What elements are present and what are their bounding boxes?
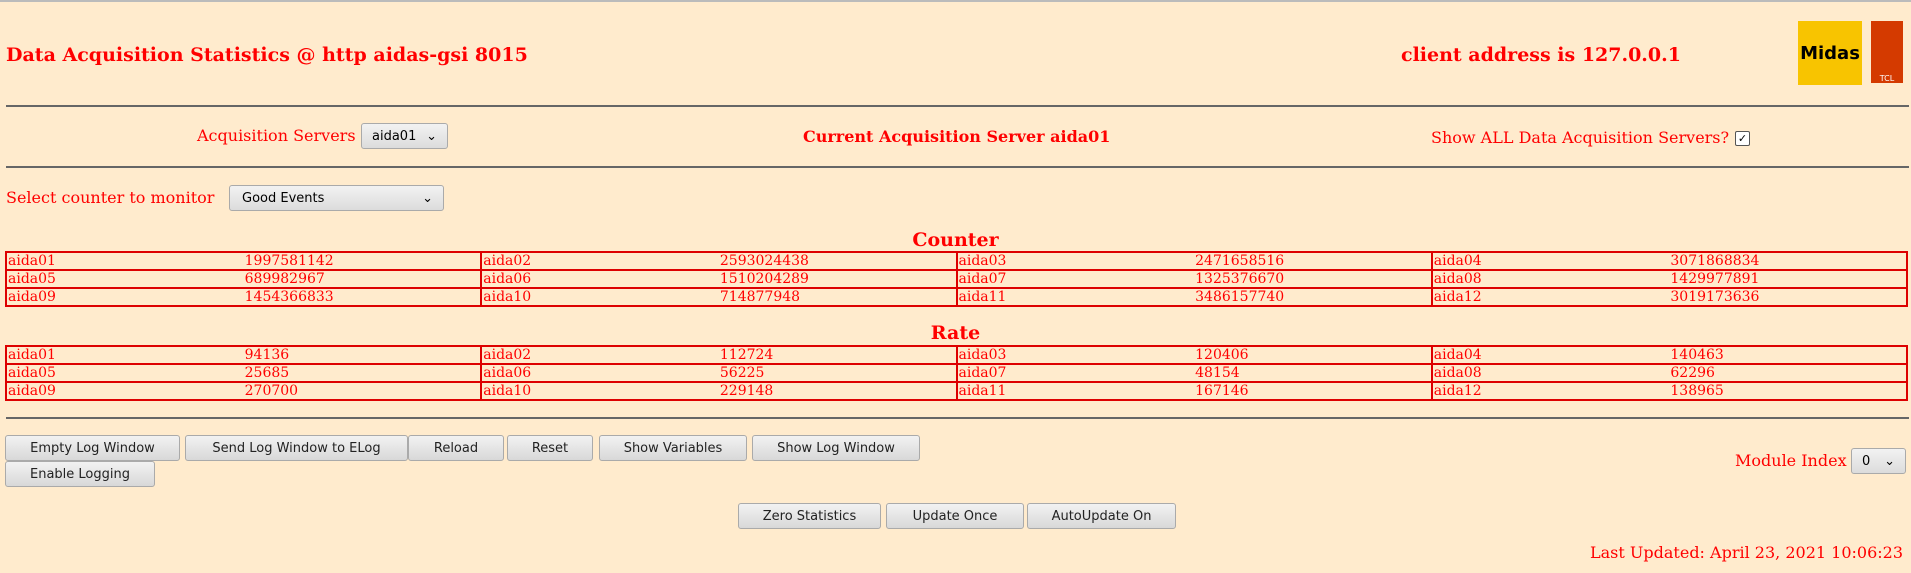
divider (6, 417, 1909, 419)
show-all-checkbox[interactable]: ✓ (1735, 131, 1750, 146)
show-log-button[interactable]: Show Log Window (752, 435, 920, 461)
counter-value: 229148 (718, 381, 957, 401)
counter-value: 112724 (718, 345, 957, 365)
counter-value: 120406 (1194, 345, 1432, 365)
server-name: aida09 (5, 287, 244, 307)
divider (6, 105, 1909, 107)
table-row: aida09 270700 aida10 229148 aida11 167146 aida… (5, 381, 1907, 401)
reload-button[interactable]: Reload (408, 435, 504, 461)
server-name: aida01 (5, 251, 244, 271)
tcl-powered-logo: TCL (1871, 21, 1903, 83)
server-name: aida06 (480, 269, 719, 289)
divider (6, 166, 1909, 168)
counter-value: 62296 (1669, 363, 1907, 383)
page-title: Data Acquisition Statistics @ http aidas… (6, 44, 528, 66)
server-name: aida11 (955, 381, 1195, 401)
counter-value: 1429977891 (1669, 269, 1907, 289)
counter-value: 714877948 (718, 287, 957, 307)
counter-value: 56225 (718, 363, 957, 383)
server-name: aida12 (1430, 381, 1670, 401)
rate-table: aida01 94136 aida02 112724 aida03 120406 aida0… (5, 345, 1908, 401)
selected-module: 0 (1862, 453, 1871, 469)
acquisition-server-select[interactable]: aida01 ⌄ (361, 123, 448, 149)
module-index-select[interactable]: 0 ⌄ (1851, 448, 1906, 474)
counter-value: 2593024438 (718, 251, 957, 271)
table-row: aida01 1997581142 aida02 2593024438 aida03 24… (5, 251, 1907, 271)
server-name: aida06 (480, 363, 719, 383)
server-name: aida03 (955, 345, 1195, 365)
table-row: aida05 25685 aida06 56225 aida07 48154 aida08 6… (5, 363, 1907, 383)
server-name: aida02 (480, 345, 719, 365)
send-log-elog-button[interactable]: Send Log Window to ELog (185, 435, 408, 461)
counter-value: 1997581142 (243, 251, 482, 271)
counter-select-label: Select counter to monitor (6, 188, 215, 207)
server-name: aida12 (1430, 287, 1670, 307)
counter-value: 3019173636 (1669, 287, 1907, 307)
counter-value: 1325376670 (1194, 269, 1432, 289)
counter-value: 167146 (1194, 381, 1432, 401)
server-name: aida10 (480, 381, 719, 401)
chevron-down-icon: ⌄ (422, 190, 433, 206)
table-row: aida01 94136 aida02 112724 aida03 120406 aida0… (5, 345, 1907, 365)
counter-value: 1510204289 (718, 269, 957, 289)
table-row: aida09 1454366833 aida10 714877948 aida11 348… (5, 287, 1907, 307)
counter-value: 48154 (1194, 363, 1432, 383)
counter-value: 270700 (243, 381, 482, 401)
show-variables-button[interactable]: Show Variables (599, 435, 747, 461)
update-once-button[interactable]: Update Once (886, 503, 1024, 529)
counter-value: 140463 (1669, 345, 1907, 365)
counter-value: 3486157740 (1194, 287, 1432, 307)
server-name: aida04 (1430, 345, 1670, 365)
autoupdate-button[interactable]: AutoUpdate On (1027, 503, 1176, 529)
chevron-down-icon: ⌄ (426, 128, 437, 144)
server-name: aida01 (5, 345, 244, 365)
server-name: aida07 (955, 363, 1195, 383)
chevron-down-icon: ⌄ (1884, 453, 1895, 469)
server-name: aida09 (5, 381, 244, 401)
counter-value: 689982967 (243, 269, 482, 289)
module-index-label: Module Index (1735, 451, 1847, 470)
show-all-label: Show ALL Data Acquisition Servers? (1431, 128, 1730, 147)
counter-value: 25685 (243, 363, 482, 383)
server-name: aida11 (955, 287, 1195, 307)
current-server: Current Acquisition Server aida01 (803, 127, 1111, 146)
empty-log-button[interactable]: Empty Log Window (5, 435, 180, 461)
enable-logging-button[interactable]: Enable Logging (5, 461, 155, 487)
counter-value: 2471658516 (1194, 251, 1432, 271)
selected-server: aida01 (372, 128, 417, 144)
selected-counter: Good Events (242, 190, 325, 206)
server-name: aida10 (480, 287, 719, 307)
server-name: aida08 (1430, 269, 1670, 289)
counter-value: 3071868834 (1669, 251, 1907, 271)
last-updated: Last Updated: April 23, 2021 10:06:23 (1590, 543, 1903, 562)
server-name: aida04 (1430, 251, 1670, 271)
rate-heading: Rate (930, 322, 981, 344)
counter-value: 1454366833 (243, 287, 482, 307)
server-name: aida07 (955, 269, 1195, 289)
zero-statistics-button[interactable]: Zero Statistics (738, 503, 881, 529)
client-address: client address is 127.0.0.1 (1401, 44, 1681, 66)
acquisition-servers-label: Acquisition Servers (197, 126, 356, 145)
counter-select[interactable]: Good Events ⌄ (229, 185, 444, 211)
counter-table: aida01 1997581142 aida02 2593024438 aida03 24… (5, 251, 1908, 307)
counter-value: 138965 (1669, 381, 1907, 401)
server-name: aida05 (5, 363, 244, 383)
table-row: aida05 689982967 aida06 1510204289 aida07 132… (5, 269, 1907, 289)
server-name: aida03 (955, 251, 1195, 271)
midas-logo: Midas (1798, 21, 1862, 85)
server-name: aida05 (5, 269, 244, 289)
server-name: aida02 (480, 251, 719, 271)
counter-value: 94136 (243, 345, 482, 365)
counter-heading: Counter (912, 229, 999, 251)
reset-button[interactable]: Reset (507, 435, 593, 461)
server-name: aida08 (1430, 363, 1670, 383)
